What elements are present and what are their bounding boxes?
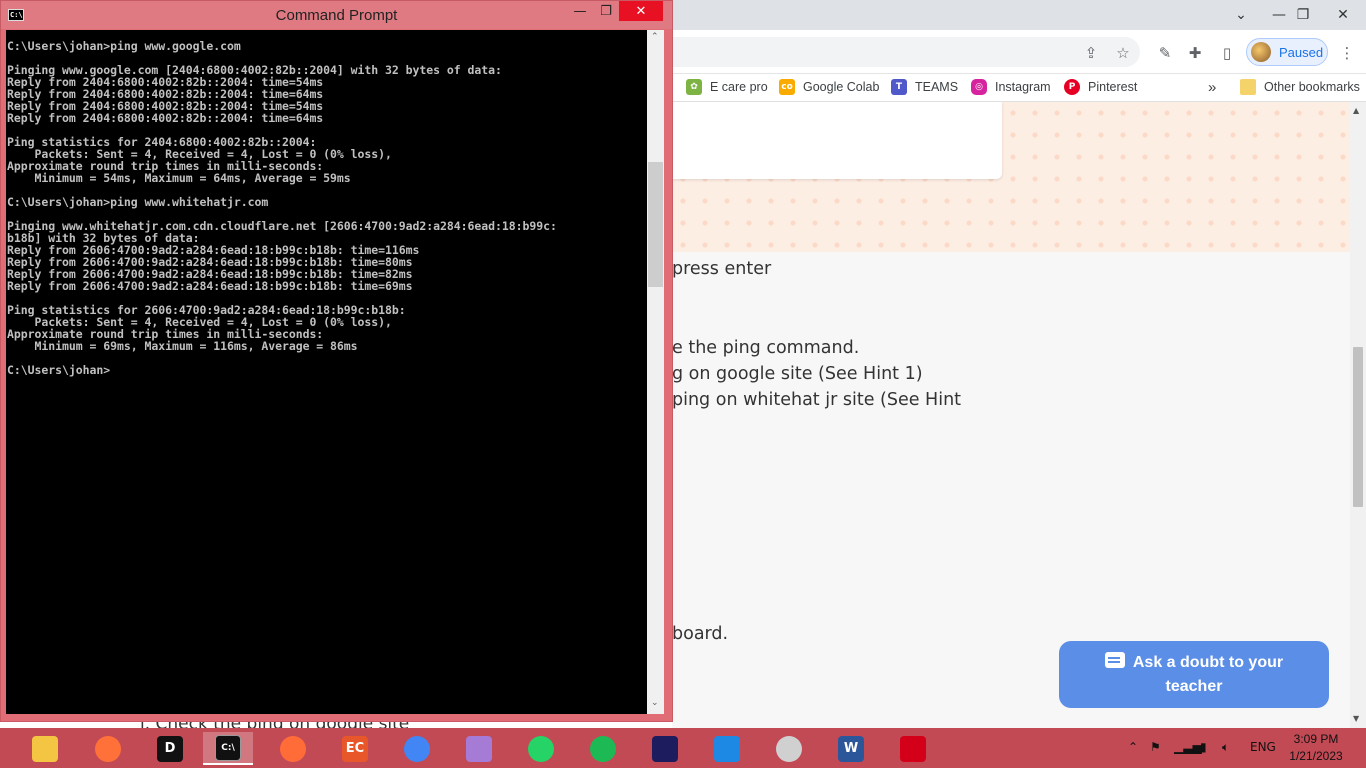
extensions-puzzle-icon[interactable]: ✚ [1184, 42, 1206, 64]
chrome-icon [404, 735, 430, 762]
console-line: Reply from 2404:6800:4002:82b::2004: tim… [7, 111, 324, 125]
avatar [1251, 42, 1271, 62]
taskbar-app-button[interactable]: D [145, 732, 195, 765]
extension-tool-icon[interactable]: ✎ [1154, 42, 1176, 64]
taskbar-app-button[interactable] [454, 732, 504, 765]
windows-app-icon [466, 735, 492, 762]
console-line: C:\Users\johan>ping www.google.com [7, 39, 241, 53]
media-app-icon [652, 735, 678, 762]
colab-icon: co [779, 79, 795, 95]
taskbar-app-button[interactable] [764, 732, 814, 765]
cmd-close-button[interactable]: ✕ [619, 1, 663, 21]
ec-app-icon: EC [342, 735, 368, 762]
console-line: C:\Users\johan> [7, 363, 111, 377]
chat-icon [1104, 651, 1125, 668]
console-line: Reply from 2606:4700:9ad2:a284:6ead:18:b… [7, 279, 413, 293]
page-scrollbar[interactable]: ▲ ▼ [1350, 102, 1366, 728]
bookmark-teams[interactable]: T TEAMS [891, 76, 958, 98]
bookmark-star-icon[interactable]: ☆ [1112, 42, 1134, 64]
clock-time: 3:09 PM [1293, 732, 1339, 746]
console-line: Minimum = 69ms, Maximum = 116ms, Average… [7, 339, 358, 353]
console-line: C:\Users\johan>ping www.whitehatjr.com [7, 195, 269, 209]
cmd-maximize-button[interactable]: ❐ [591, 1, 621, 21]
scrollbar-thumb[interactable] [1353, 347, 1363, 507]
ask-doubt-button[interactable]: Ask a doubt to your teacher [1059, 641, 1329, 708]
scroll-down-arrow-icon[interactable]: ⌄ [651, 698, 659, 708]
instruction-line: ping on whitehat jr site (See Hint [672, 390, 962, 410]
side-panel-icon[interactable]: ▯ [1216, 42, 1238, 64]
taskbar-app-button[interactable]: C:\ [203, 732, 253, 765]
taskbar-clock[interactable]: 3:09 PM 1/21/2023 [1282, 731, 1350, 765]
taskbar-app-button[interactable] [578, 732, 628, 765]
console-line: Minimum = 54ms, Maximum = 64ms, Average … [7, 171, 351, 185]
whatsapp-icon [528, 735, 554, 762]
battery-icon[interactable]: ▮ [1200, 740, 1207, 754]
taskbar: D C:\ EC W ⌃ ⚑ ▁▃▅ ▮ 🔈︎ ENG [0, 728, 1366, 768]
leaf-icon: ✿ [686, 79, 702, 95]
d-app-icon: D [157, 735, 183, 762]
teams-icon: T [891, 79, 907, 95]
clock-date: 1/21/2023 [1289, 749, 1343, 763]
instruction-line: g on google site (See Hint 1) [672, 364, 923, 384]
taskbar-app-button[interactable] [83, 732, 133, 765]
command-prompt-icon: C:\ [215, 734, 241, 761]
share-icon[interactable]: ⇪ [1080, 42, 1102, 64]
word-icon: W [838, 735, 864, 762]
vscode-icon [714, 735, 740, 762]
spotify-icon [590, 735, 616, 762]
onedrive-icon [776, 735, 802, 762]
taskbar-app-button[interactable] [516, 732, 566, 765]
pinterest-icon: P [1064, 79, 1080, 95]
scroll-up-arrow-icon[interactable]: ▲ [1353, 106, 1359, 115]
command-prompt-window[interactable]: C:\ Command Prompt — ❐ ✕ C:\Users\johan>… [0, 0, 673, 722]
taskbar-app-button[interactable] [392, 732, 442, 765]
taskbar-app-button[interactable]: W [826, 732, 876, 765]
instruction-line: e the ping command. [672, 338, 860, 358]
taskbar-app-button[interactable]: EC [330, 732, 380, 765]
bookmark-e-care-pro[interactable]: ✿ E care pro [686, 76, 768, 98]
profile-button[interactable]: Paused [1246, 38, 1328, 66]
bookmarks-overflow-button[interactable]: » [1208, 76, 1216, 98]
flag-icon[interactable]: ⚑ [1150, 740, 1161, 754]
instruction-line: press enter [672, 259, 772, 279]
folder-icon [1240, 79, 1256, 95]
instagram-icon: ◎ [971, 79, 987, 95]
taskbar-app-button[interactable] [268, 732, 318, 765]
file-explorer-icon [32, 735, 58, 762]
network-signal-icon[interactable]: ▁▃▅ [1174, 740, 1202, 754]
scroll-down-arrow-icon[interactable]: ▼ [1353, 714, 1359, 723]
scrollbar-thumb[interactable] [648, 162, 663, 287]
bookmark-instagram[interactable]: ◎ Instagram [971, 76, 1051, 98]
instruction-line: board. [672, 624, 729, 644]
web-page-content: press enter e the ping command. g on goo… [672, 102, 1350, 728]
taskbar-app-button[interactable] [20, 732, 70, 765]
cmd-scrollbar[interactable]: ⌃ ⌄ [647, 30, 664, 714]
taskbar-app-button[interactable] [702, 732, 752, 765]
taskbar-app-button[interactable] [640, 732, 690, 765]
content-card [672, 102, 1002, 179]
acrobat-icon [900, 735, 926, 762]
address-bar[interactable] [672, 37, 1140, 67]
close-button[interactable]: ✕ [1320, 0, 1366, 30]
console-output[interactable]: C:\Users\johan>ping www.google.com Pingin… [6, 30, 647, 714]
menu-kebab-icon[interactable]: ⋮ [1336, 42, 1358, 64]
taskbar-app-button[interactable] [888, 732, 938, 765]
bookmark-pinterest[interactable]: P Pinterest [1064, 76, 1137, 98]
volume-icon[interactable]: 🔈︎ [1222, 740, 1229, 755]
scroll-up-arrow-icon[interactable]: ⌃ [651, 32, 659, 42]
postman-icon [280, 735, 306, 762]
language-indicator[interactable]: ENG [1250, 740, 1276, 754]
show-hidden-icons-icon[interactable]: ⌃ [1128, 740, 1138, 754]
firefox-icon [95, 735, 121, 762]
other-bookmarks-folder[interactable]: Other bookmarks [1240, 76, 1360, 98]
bookmark-google-colab[interactable]: co Google Colab [779, 76, 879, 98]
profile-status: Paused [1279, 44, 1324, 60]
